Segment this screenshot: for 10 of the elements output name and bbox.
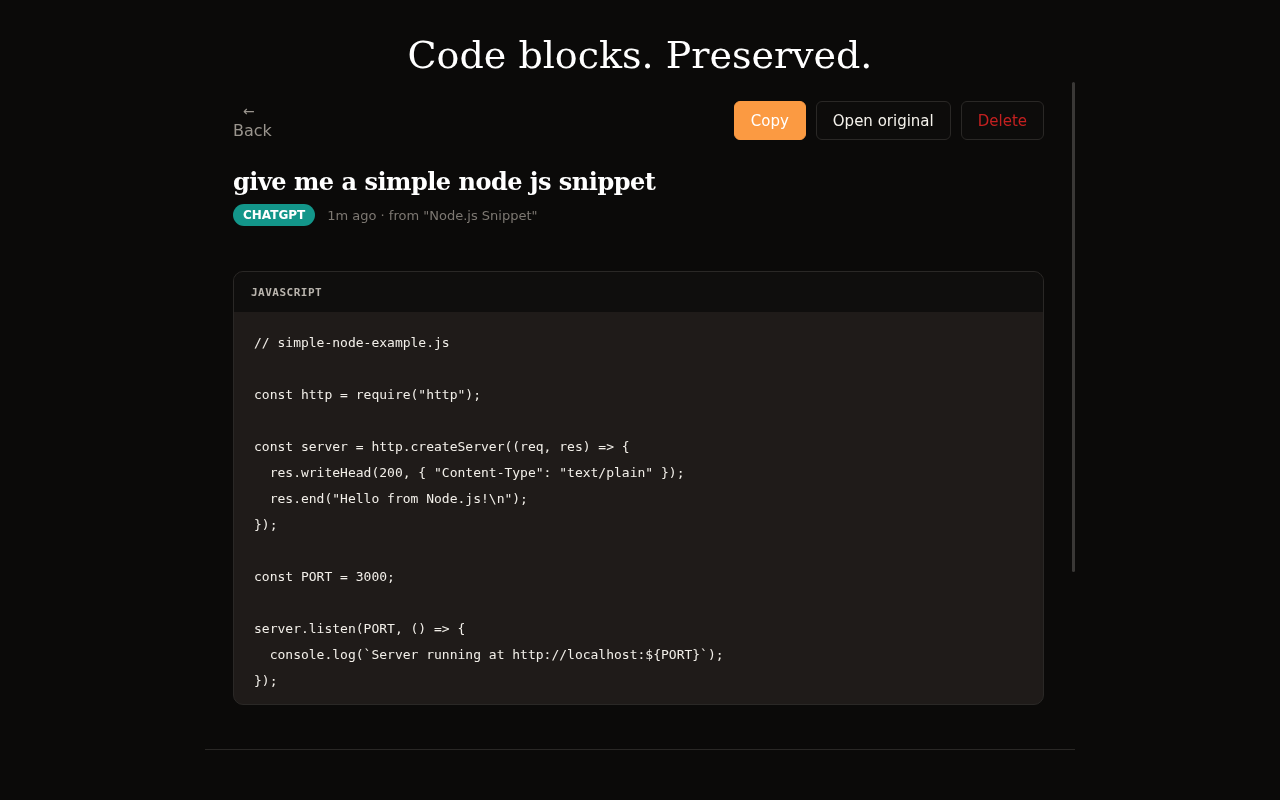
headline: Code blocks. Preserved. bbox=[407, 32, 873, 79]
snippet-title: give me a simple node js snippet bbox=[233, 167, 657, 196]
scrollbar[interactable] bbox=[1072, 82, 1075, 572]
back-link[interactable]: ← Back bbox=[233, 101, 272, 141]
action-button[interactable]: Delete bbox=[960, 101, 1044, 140]
code-text: // simple-node-example.js const http = require("http"); const server = http.createServer((req, res) => { res.writeHead(200, { "Content-Type": "text/plain" }); res.end("Hello from Node.js!\n"); }); const PORT = 3000; server.listen(PORT, () => { console.log(`Server running at http://localhost:${PORT}`); }); bbox=[254, 334, 725, 690]
language-label: JAVASCRIPT bbox=[251, 285, 323, 299]
source-tag: CHATGPT bbox=[233, 204, 316, 226]
meta-text: 1m ago · from "Node.js Snippet" bbox=[327, 207, 538, 223]
action-button[interactable]: Open original bbox=[815, 101, 951, 140]
